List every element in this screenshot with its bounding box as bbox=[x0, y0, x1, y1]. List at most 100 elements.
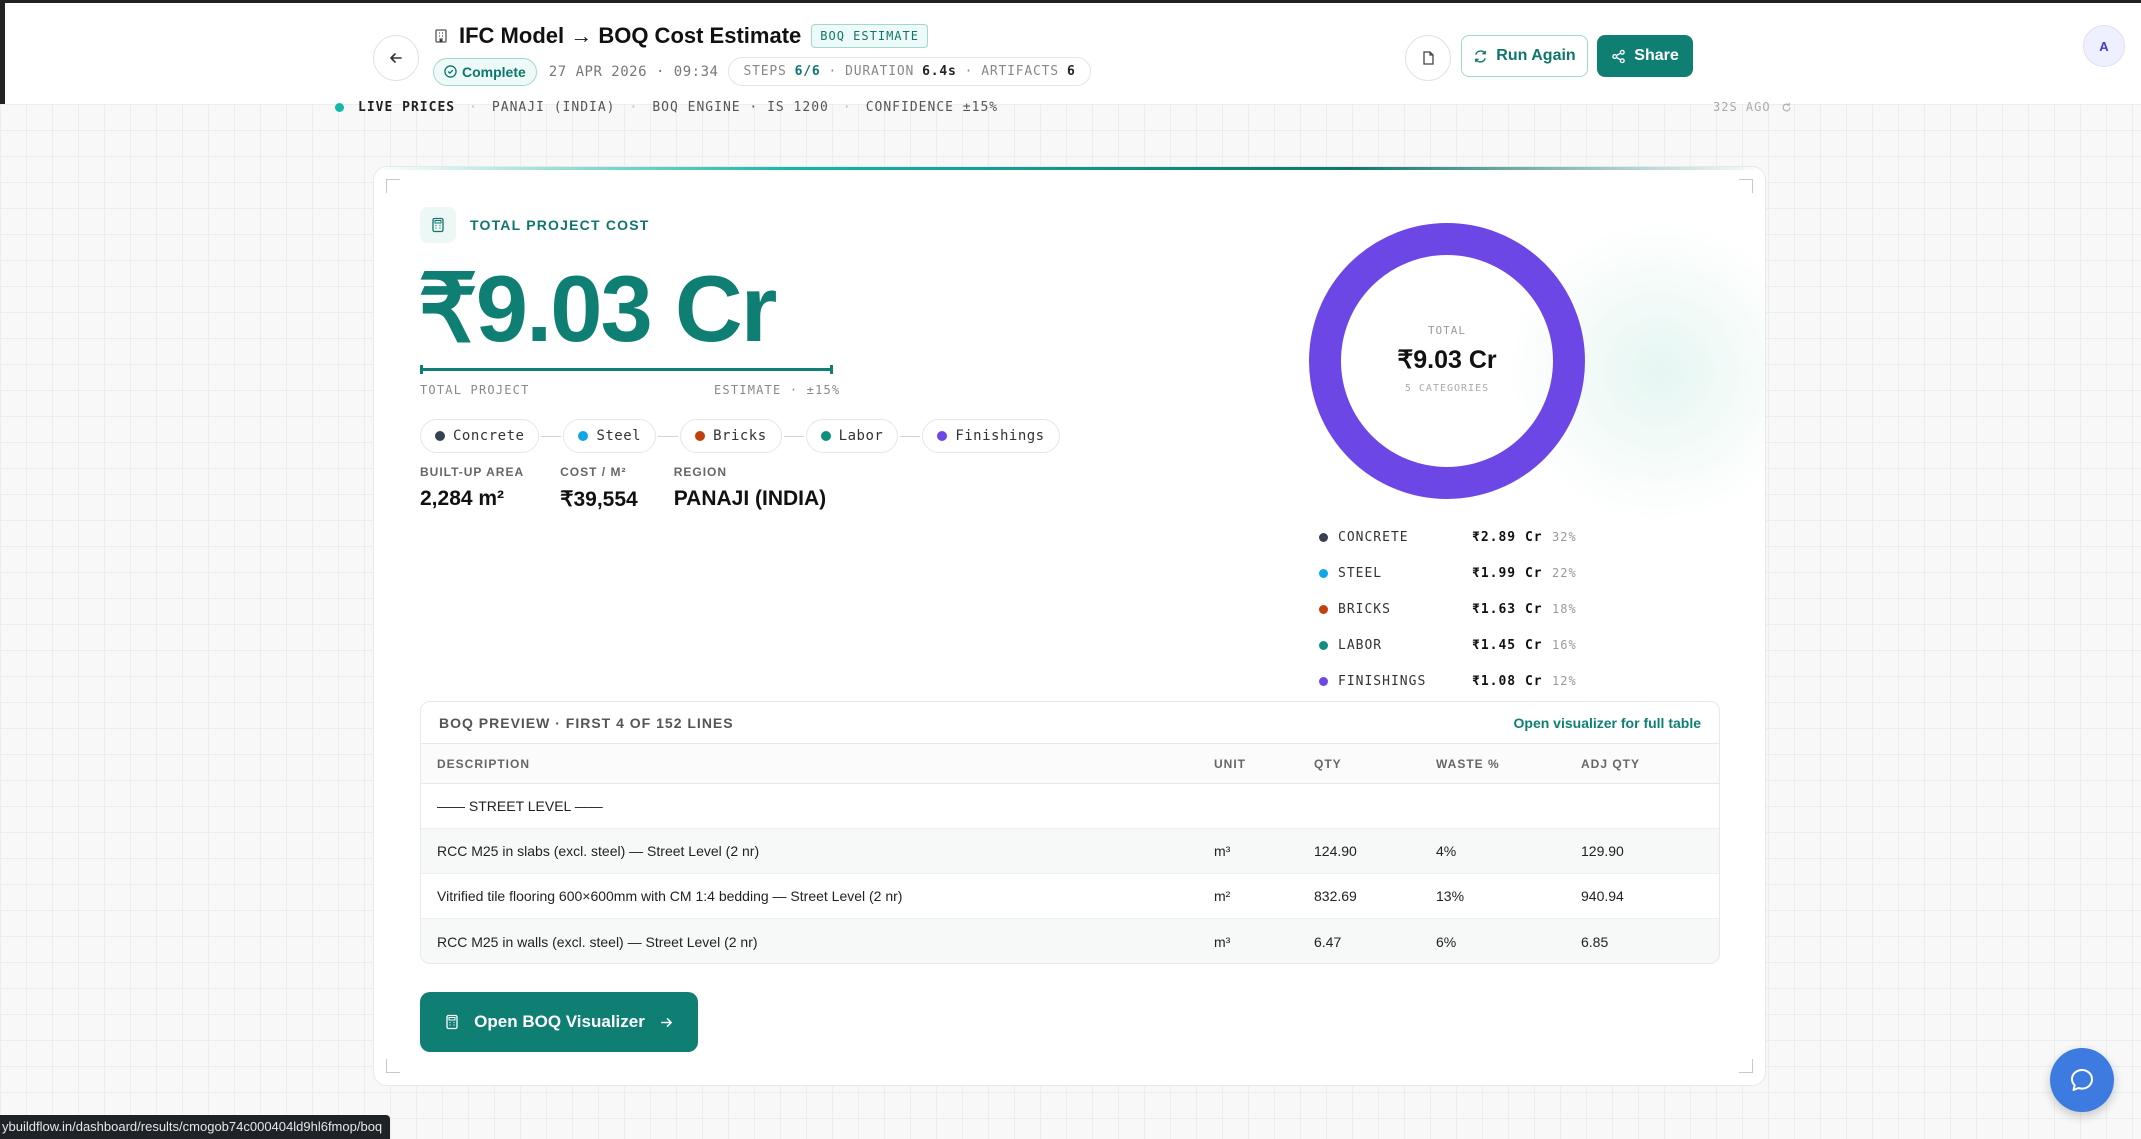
concrete-dot bbox=[435, 431, 445, 441]
legend-pct: 16% bbox=[1552, 638, 1577, 652]
live-dot bbox=[335, 103, 344, 112]
back-button[interactable] bbox=[373, 35, 419, 81]
estimate-range-bar bbox=[420, 365, 833, 374]
cell-adj-qty: 940.94 bbox=[1581, 888, 1624, 904]
legend-row-steel: STEEL ₹1.99 Cr 22% bbox=[1319, 555, 1577, 591]
artifacts-label: ARTIFACTS bbox=[981, 64, 1059, 79]
card-accent-line bbox=[374, 167, 1765, 170]
legend-dot bbox=[1319, 640, 1328, 650]
chip-steel[interactable]: Steel bbox=[563, 419, 657, 453]
title-row: IFC Model → BOQ Cost Estimate BOQ ESTIMA… bbox=[433, 23, 928, 49]
estimate-caption: ESTIMATE · ±15% bbox=[714, 383, 841, 397]
refresh-icon bbox=[1475, 49, 1487, 63]
cell-unit: m² bbox=[1214, 888, 1231, 904]
bricks-dot bbox=[695, 431, 706, 441]
cell-qty: 832.69 bbox=[1314, 888, 1357, 904]
refresh-icon[interactable] bbox=[1781, 102, 1792, 113]
run-again-label: Run Again bbox=[1496, 47, 1576, 64]
chip-connector bbox=[900, 435, 921, 437]
corner-mark bbox=[1739, 1059, 1753, 1073]
total-project-caption: TOTAL PROJECT bbox=[420, 383, 530, 397]
live-prices-label: LIVE PRICES bbox=[358, 100, 456, 115]
legend-name: LABOR bbox=[1338, 637, 1383, 653]
live-engine: BOQ ENGINE · IS 1200 bbox=[652, 100, 829, 115]
stat-region: REGION PANAJI (INDIA) bbox=[674, 465, 826, 512]
labor-dot bbox=[820, 431, 831, 441]
section-row: —— STREET LEVEL —— bbox=[421, 784, 1719, 829]
legend-value: ₹1.99 Cr bbox=[1472, 565, 1543, 581]
top-bar: IFC Model → BOQ Cost Estimate BOQ ESTIMA… bbox=[0, 0, 2141, 104]
boq-preview-table: BOQ PREVIEW · FIRST 4 OF 152 LINES Open … bbox=[420, 701, 1720, 964]
corner-mark bbox=[1739, 179, 1753, 193]
cell-description: RCC M25 in walls (excl. steel) — Street … bbox=[437, 933, 758, 950]
legend-name: FINISHINGS bbox=[1338, 673, 1427, 689]
stat-value: ₹39,554 bbox=[560, 488, 638, 511]
legend-value: ₹1.08 Cr bbox=[1472, 673, 1543, 689]
share-icon bbox=[1612, 49, 1626, 63]
column-header: DESCRIPTION bbox=[437, 756, 531, 771]
chip-connector bbox=[541, 435, 562, 437]
legend-pct: 22% bbox=[1552, 566, 1577, 580]
cell-description: RCC M25 in slabs (excl. steel) — Street … bbox=[437, 843, 760, 859]
cell-adj-qty: 129.90 bbox=[1581, 843, 1624, 859]
avatar[interactable]: A bbox=[2083, 25, 2125, 67]
live-prices-strip: LIVE PRICES · PANAJI (INDIA) · BOQ ENGIN… bbox=[335, 100, 998, 115]
boq-preview-title: BOQ PREVIEW · FIRST 4 OF 152 LINES bbox=[439, 714, 734, 731]
cell-waste: 4% bbox=[1436, 843, 1457, 859]
chip-label: Concrete bbox=[453, 428, 525, 444]
open-boq-visualizer-button[interactable]: Open BOQ Visualizer bbox=[420, 992, 698, 1052]
open-visualizer-link[interactable]: Open visualizer for full table bbox=[1514, 715, 1701, 731]
corner-mark bbox=[386, 1059, 400, 1073]
live-confidence: CONFIDENCE ±15% bbox=[865, 100, 999, 115]
calculator-icon bbox=[420, 207, 456, 243]
column-header: QTY bbox=[1314, 756, 1342, 771]
chip-label: Steel bbox=[596, 428, 642, 444]
arrow-left-icon bbox=[390, 53, 402, 63]
legend-dot bbox=[1319, 676, 1328, 686]
legend-pct: 18% bbox=[1552, 602, 1577, 616]
donut-center-value: ₹9.03 Cr bbox=[1397, 346, 1497, 374]
legend-value: ₹1.45 Cr bbox=[1472, 637, 1543, 653]
building-icon bbox=[435, 29, 447, 43]
chip-label: Bricks bbox=[713, 428, 767, 444]
live-region: PANAJI (INDIA) bbox=[491, 100, 616, 115]
chip-concrete[interactable]: Concrete bbox=[420, 419, 540, 453]
cell-description: Vitrified tile flooring 600×600mm with C… bbox=[437, 888, 903, 904]
legend-dot bbox=[1319, 604, 1328, 614]
chat-button[interactable] bbox=[2050, 1048, 2114, 1112]
chip-labor[interactable]: Labor bbox=[805, 419, 899, 453]
run-stats: STEPS 6/6 · DURATION 6.4s · ARTIFACTS 6 bbox=[728, 57, 1091, 86]
steel-dot bbox=[578, 431, 589, 441]
chip-finishings[interactable]: Finishings bbox=[922, 419, 1060, 453]
column-header: UNIT bbox=[1214, 756, 1246, 771]
chip-bricks[interactable]: Bricks bbox=[680, 419, 782, 453]
cell-qty: 124.90 bbox=[1314, 843, 1357, 859]
status-text: Complete bbox=[462, 63, 526, 80]
stat-built-up-area: BUILT-UP AREA 2,284 m² bbox=[420, 465, 524, 512]
stat-cost-per-m2: COST / M² ₹39,554 bbox=[560, 465, 638, 512]
legend-pct: 12% bbox=[1552, 674, 1577, 688]
legend-name: STEEL bbox=[1338, 565, 1383, 581]
chip-label: Finishings bbox=[955, 428, 1045, 444]
donut-center-sub: 5 CATEGORIES bbox=[1405, 383, 1489, 394]
updated-ago: 32S AGO bbox=[1713, 100, 1792, 114]
column-header: WASTE % bbox=[1436, 756, 1500, 771]
steps-label: STEPS bbox=[743, 64, 787, 79]
stat-value: PANAJI (INDIA) bbox=[673, 487, 827, 510]
share-label: Share bbox=[1634, 47, 1679, 64]
check-circle-icon bbox=[444, 65, 457, 78]
category-chips: Concrete Steel Bricks Labor Finishings bbox=[420, 419, 1060, 453]
legend-row-bricks: BRICKS ₹1.63 Cr 18% bbox=[1319, 591, 1577, 627]
table-row: RCC M25 in walls (excl. steel) — Street … bbox=[421, 919, 1719, 963]
document-button[interactable] bbox=[1405, 35, 1451, 81]
legend-row-labor: LABOR ₹1.45 Cr 16% bbox=[1319, 627, 1577, 663]
cost-summary-card: TOTAL PROJECT COST ₹9.03 Cr TOTAL PROJEC… bbox=[373, 166, 1766, 1086]
updated-ago-text: 32S AGO bbox=[1713, 100, 1771, 114]
share-button[interactable]: Share bbox=[1597, 35, 1693, 77]
run-again-button[interactable]: Run Again bbox=[1461, 35, 1588, 77]
cell-unit: m³ bbox=[1214, 933, 1231, 950]
chip-connector bbox=[783, 435, 804, 437]
total-project-cost-label: TOTAL PROJECT COST bbox=[470, 217, 650, 233]
page-title: IFC Model → BOQ Cost Estimate bbox=[459, 23, 802, 48]
table-row: Vitrified tile flooring 600×600mm with C… bbox=[421, 874, 1719, 919]
